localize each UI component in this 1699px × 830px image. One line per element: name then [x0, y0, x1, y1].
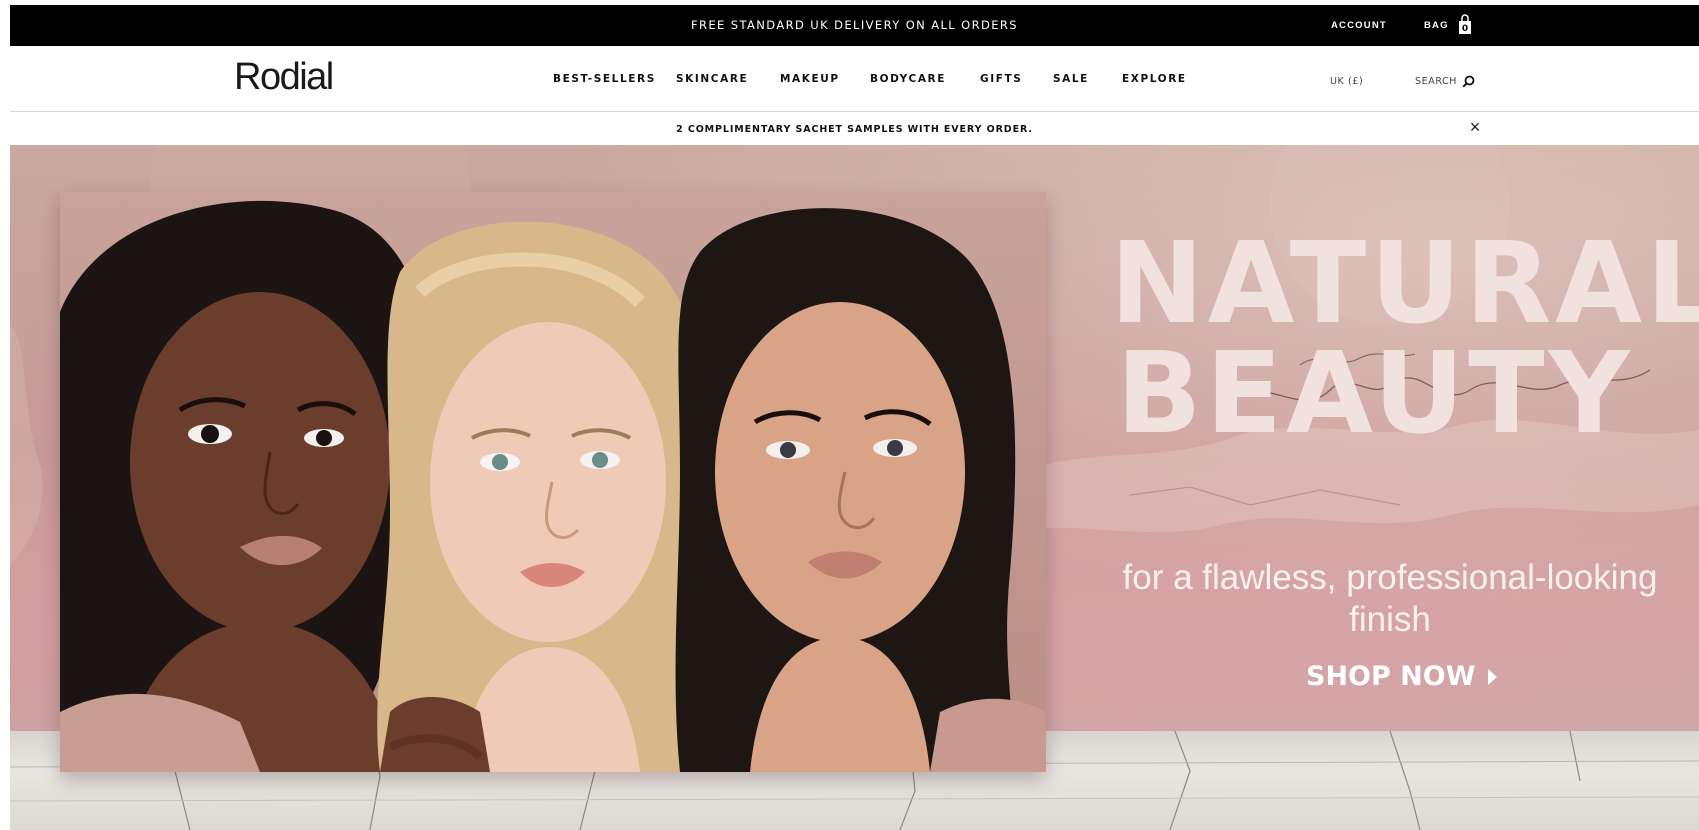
hero-subline: for a flawless, professional-looking fin… [1122, 558, 1658, 639]
nav-bodycare[interactable]: BODYCARE [870, 73, 946, 85]
site-header: Rodial BEST-SELLERS SKINCARE MAKEUP BODY… [10, 46, 1699, 112]
nav-makeup[interactable]: MAKEUP [780, 73, 840, 85]
search-button[interactable]: SEARCH [1415, 75, 1475, 88]
play-arrow-icon [1487, 668, 1497, 685]
bag-count: 0 [1462, 24, 1468, 34]
nav-sale[interactable]: SALE [1053, 73, 1089, 85]
promo-bar: FREE STANDARD UK DELIVERY ON ALL ORDERS … [10, 5, 1699, 46]
locale-selector[interactable]: UK (£) [1330, 76, 1363, 87]
nav-best-sellers[interactable]: BEST-SELLERS [553, 73, 656, 85]
hero-banner[interactable]: NATURAL BEAUTY for a flawless, professio… [10, 145, 1699, 830]
headline-line-1: NATURAL [1110, 219, 1699, 349]
bag-link[interactable]: BAG [1424, 20, 1449, 31]
close-icon[interactable]: × [1465, 117, 1485, 137]
shop-now-button[interactable]: SHOP NOW [1306, 661, 1497, 692]
account-link[interactable]: ACCOUNT [1331, 20, 1387, 31]
nav-gifts[interactable]: GIFTS [980, 73, 1022, 85]
samples-banner: 2 COMPLIMENTARY SACHET SAMPLES WITH EVER… [10, 113, 1699, 145]
rodial-logo[interactable]: Rodial [234, 56, 334, 99]
samples-message: 2 COMPLIMENTARY SACHET SAMPLES WITH EVER… [676, 124, 1033, 135]
shop-now-label: SHOP NOW [1306, 661, 1476, 692]
bag-icon[interactable]: 0 [1458, 13, 1472, 35]
search-icon [1462, 75, 1475, 88]
nav-skincare[interactable]: SKINCARE [676, 73, 748, 85]
headline-line-2: BEAUTY [1116, 328, 1634, 459]
models-photo [60, 192, 1046, 772]
hero-headline: NATURAL BEAUTY [1110, 219, 1699, 449]
nav-explore[interactable]: EXPLORE [1122, 73, 1187, 85]
page: FREE STANDARD UK DELIVERY ON ALL ORDERS … [0, 0, 1699, 830]
search-label: SEARCH [1415, 76, 1458, 87]
